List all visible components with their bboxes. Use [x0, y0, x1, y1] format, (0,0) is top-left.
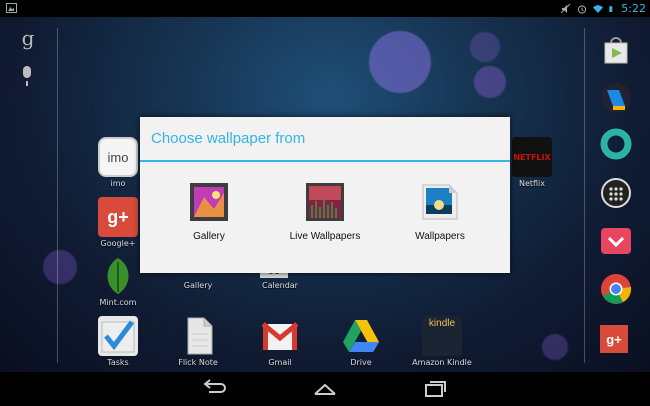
option-live-wallpapers[interactable]: Live Wallpapers [270, 183, 380, 242]
alarm-icon [578, 4, 587, 14]
live-wallpapers-icon [306, 183, 344, 221]
app-drive[interactable]: Drive [331, 316, 391, 367]
recent-apps-icon[interactable] [423, 378, 449, 398]
battery-icon [609, 5, 613, 12]
app-label: imo [110, 179, 126, 188]
app-label: Gmail [268, 358, 292, 367]
app-label: Tasks [107, 358, 129, 367]
app-netflix[interactable]: NETFLIX Netflix [502, 137, 562, 188]
imo-icon: imo [98, 137, 138, 177]
flick-note-icon [178, 316, 218, 356]
app-amazon-kindle[interactable]: kindle Amazon Kindle [412, 316, 472, 367]
tasks-icon [98, 316, 138, 356]
app-flick-note[interactable]: Flick Note [168, 316, 228, 367]
home-icon[interactable] [312, 378, 338, 398]
app-label: Flick Note [178, 358, 218, 367]
option-wallpapers[interactable]: Wallpapers [385, 183, 495, 242]
all-apps-icon[interactable] [600, 177, 632, 209]
app-gmail[interactable]: Gmail [250, 316, 310, 367]
app-mint[interactable]: Mint.com [88, 256, 148, 307]
choose-wallpaper-dialog: Choose wallpaper from Gallery Live Wallp… [140, 117, 510, 273]
gallery-icon [190, 183, 228, 221]
kindle-icon: kindle [422, 316, 462, 356]
netflix-icon: NETFLIX [512, 137, 552, 177]
google-plus-icon-text: g+ [107, 206, 129, 227]
pocket-icon[interactable] [600, 225, 632, 257]
app-label: Gallery [183, 281, 213, 290]
status-icons: 5:22 [561, 1, 646, 16]
option-gallery[interactable]: Gallery [154, 183, 264, 242]
mute-icon [561, 3, 571, 13]
app-label: Calendar [262, 281, 298, 290]
app-label: Mint.com [99, 298, 137, 307]
drive-icon [341, 316, 381, 356]
google-plus-dock-icon[interactable]: g+ [600, 325, 632, 357]
option-wallpapers-label: Wallpapers [415, 231, 465, 242]
app-imo[interactable]: imo imo [88, 137, 148, 188]
navigation-bar [0, 372, 650, 406]
right-divider [584, 28, 585, 363]
chrome-icon[interactable] [600, 273, 632, 305]
play-store-icon[interactable] [600, 34, 632, 66]
app-label: Amazon Kindle [412, 358, 472, 367]
picture-notification-icon[interactable] [6, 3, 17, 13]
gmail-icon [260, 316, 300, 356]
google-search-icon[interactable]: g [19, 27, 37, 49]
kindle-icon-text: kindle [428, 318, 456, 329]
mint-icon [98, 256, 138, 296]
option-live-wallpapers-label: Live Wallpapers [289, 231, 361, 242]
ring-app-icon[interactable] [600, 128, 632, 160]
app-label: Google+ [100, 239, 136, 248]
netflix-icon-text: NETFLIX [513, 152, 551, 162]
play-books-icon[interactable] [600, 82, 632, 114]
clock: 5:22 [621, 2, 646, 15]
google-plus-icon: g+ [98, 197, 138, 237]
left-divider [57, 28, 58, 363]
wifi-icon [593, 4, 604, 13]
option-gallery-label: Gallery [193, 231, 225, 242]
dialog-divider [140, 160, 510, 162]
google-plus-dock-icon-text: g+ [606, 331, 622, 347]
back-icon[interactable] [201, 378, 227, 398]
app-label: Netflix [518, 179, 546, 188]
imo-icon-text: imo [107, 149, 129, 165]
app-label: Drive [350, 358, 372, 367]
dialog-title: Choose wallpaper from [151, 130, 306, 147]
app-tasks[interactable]: Tasks [88, 316, 148, 367]
app-google-plus[interactable]: g+ Google+ [88, 197, 148, 248]
wallpapers-icon [421, 183, 459, 221]
voice-search-icon[interactable] [23, 66, 31, 86]
status-bar[interactable]: 5:22 [0, 0, 650, 17]
